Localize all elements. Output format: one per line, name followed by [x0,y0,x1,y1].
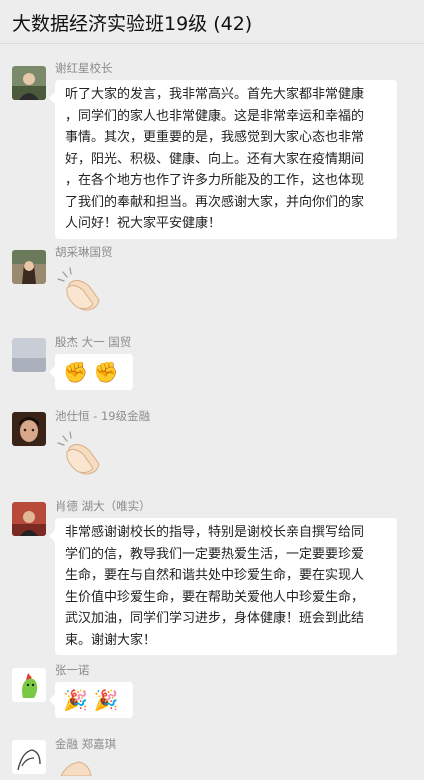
party-popper-emoji: 🎉 [93,688,119,712]
message-text-line: 听了大家的发言，我非常高兴。首先大家都非常健康 [65,87,365,102]
message-bubble[interactable]: 非常感谢谢校长的指导，特别是谢校长亲自撰写给同 学们的信，教导我们一定要热爱生活… [49,518,397,655]
message-text-line: 生价值中珍爱生命，要在帮助关爱他人中珍爱生命， [65,589,365,605]
message-text-line: 了我们的奉献和担当。再次感谢大家，并向你们的家 [65,194,365,210]
message-text-line: 学们的信，教导我们一定要热爱生活，一定要要珍爱 [65,546,365,562]
sticker[interactable] [55,758,95,780]
clapping-hands-sticker[interactable] [55,264,105,318]
fist-emoji: ✊ [63,360,88,384]
clapping-hands-sticker[interactable] [55,428,105,482]
message-text-line: 事情。其次，更重要的是，我感觉到大家心态也非常 [65,130,365,145]
avatar[interactable] [12,250,46,284]
message-text-line: 束。谢谢大家！ [65,632,157,648]
sender-name: 张一诺 [55,663,90,677]
message-bubble[interactable]: 🎉 🎉 [49,682,133,718]
sender-name: 金融 郑嘉琪 [55,737,117,751]
message-text-line: 好，阳光、积极、健康、向上。还有大家在疫情期间 [65,151,365,167]
chat-message: 胡采琳国贸 [0,244,424,324]
chat-message: 谢红星校长 听了大家的发言，我非常高兴。首先大家都非常健康 ，同学们的家人也非常… [0,58,424,239]
chat-message: 肖德 湖大（唯实） 非常感谢谢校长的指导，特别是谢校长亲自撰写给同 学们的信，教… [0,494,424,655]
chat-message: 池仕恒 - 19级金融 [0,404,424,484]
avatar[interactable] [12,740,46,774]
party-popper-emoji: 🎉 [63,688,88,712]
avatar[interactable] [12,502,46,536]
message-text-line: 生命，要在与自然和谐共处中珍爱生命，要在实现人 [65,568,365,583]
message-text-line: 人问好！祝大家平安健康！ [65,216,222,231]
sender-name: 池仕恒 - 19级金融 [55,409,151,423]
avatar[interactable] [12,66,46,100]
message-text-line: ，在各个地方也作了许多力所能及的工作，这也体现 [65,173,365,188]
chat-title[interactable]: 大数据经济实验班19级 (42) [12,9,252,36]
message-text-line: ，同学们的家人也非常健康。这是非常幸运和幸福的 [65,108,365,124]
message-text-line: 非常感谢谢校长的指导，特别是谢校长亲自撰写给同 [65,525,365,540]
avatar[interactable] [12,412,46,446]
chat-message: 金融 郑嘉琪 [0,732,424,777]
fist-emoji: ✊ [93,360,119,384]
message-bubble[interactable]: 听了大家的发言，我非常高兴。首先大家都非常健康 ，同学们的家人也非常健康。这是非… [49,80,397,239]
avatar[interactable] [12,668,46,702]
chat-message: 张一诺 🎉 🎉 [0,660,424,730]
message-text-line: 武汉加油，同学们学习进步，身体健康！班会到此结 [65,611,365,626]
sender-name: 谢红星校长 [55,61,113,75]
chat-title-bar: 大数据经济实验班19级 (42) [0,0,424,44]
message-bubble[interactable]: ✊ ✊ [49,354,133,390]
chat-message: 殷杰 大一 国贸 ✊ ✊ [0,332,424,402]
sender-name: 殷杰 大一 国贸 [55,335,132,349]
avatar[interactable] [12,338,46,372]
sender-name: 肖德 湖大（唯实） [55,499,151,513]
sender-name: 胡采琳国贸 [55,245,113,259]
